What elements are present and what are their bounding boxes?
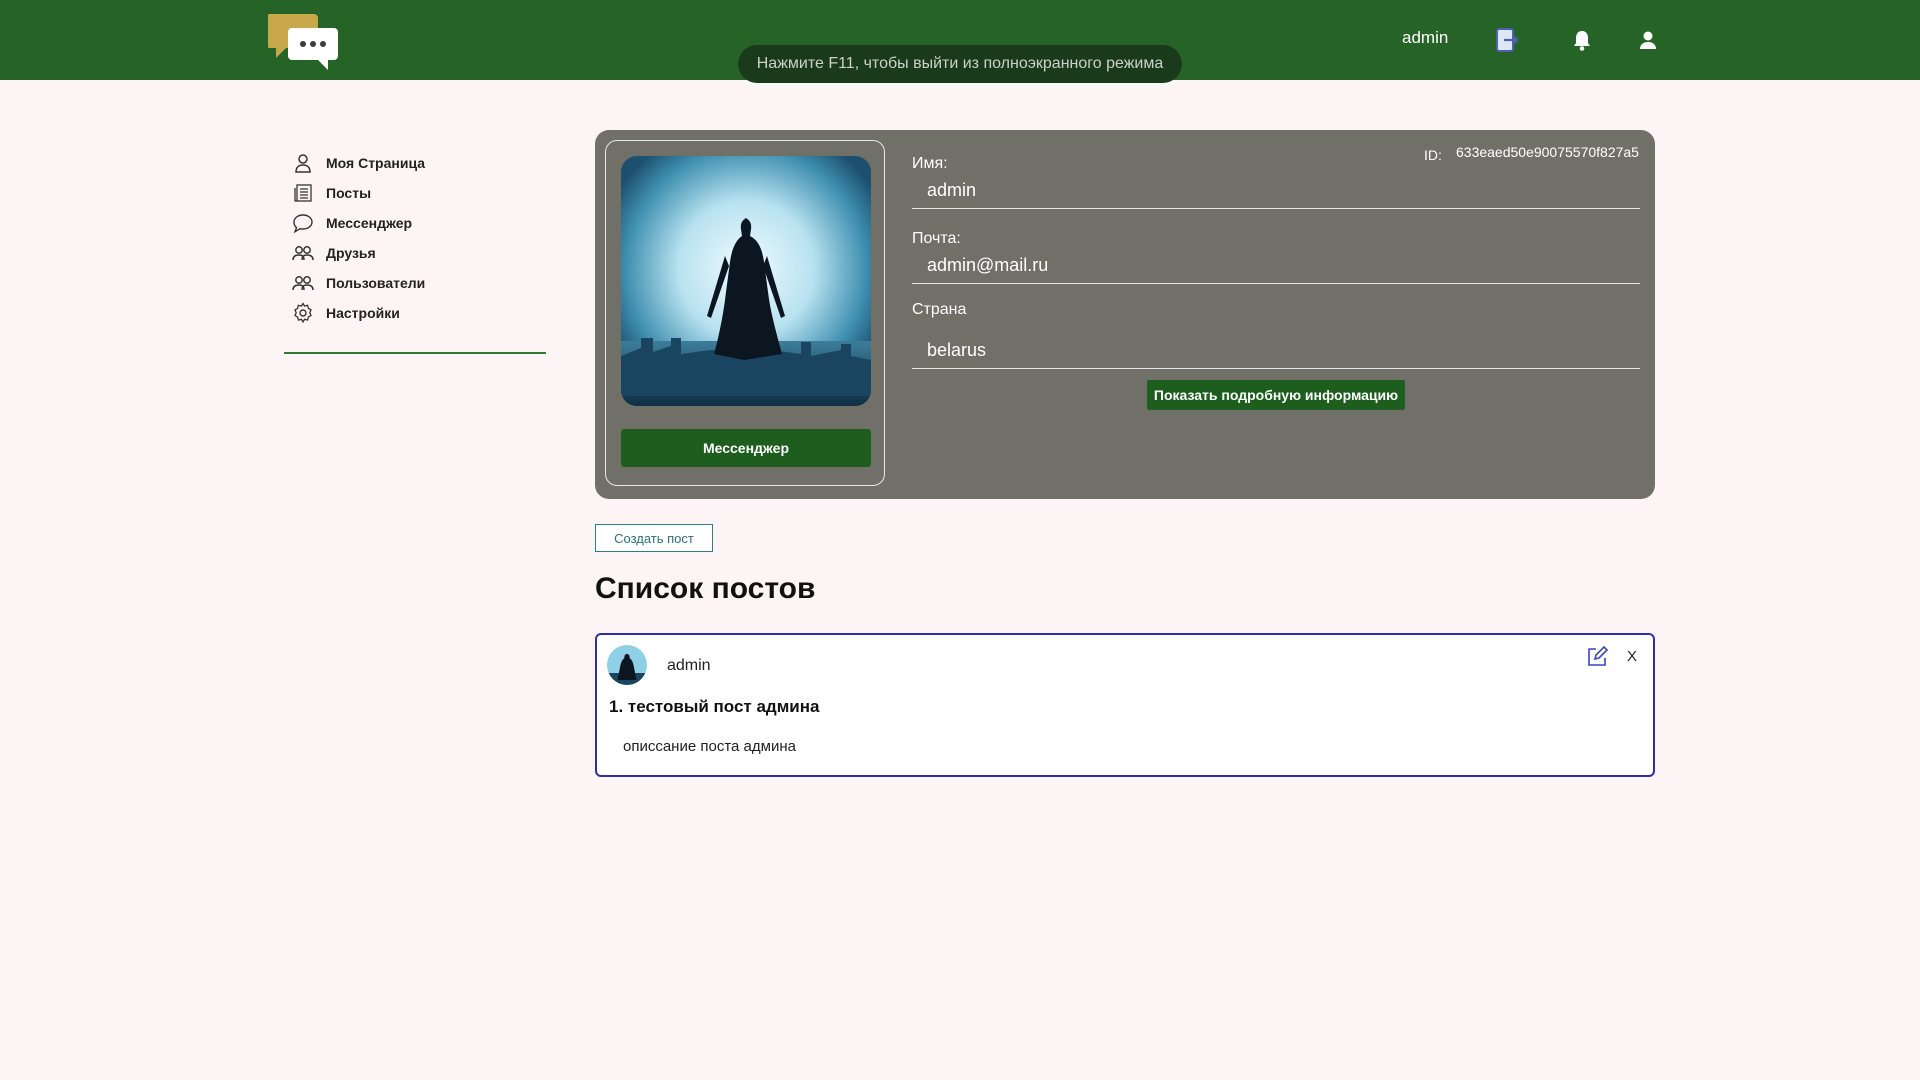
sidebar-item-posts[interactable]: Посты [284, 178, 546, 208]
country-label: Страна [912, 301, 967, 318]
messenger-button[interactable]: Мессенджер [621, 429, 871, 467]
chat-logo-icon[interactable] [266, 12, 340, 70]
chat-bubble-icon [288, 212, 318, 234]
sidebar-item-friends[interactable]: Друзья [284, 238, 546, 268]
fullscreen-notice: Нажмите F11, чтобы выйти из полноэкранно… [738, 45, 1182, 83]
sidebar-item-settings[interactable]: Настройки [284, 298, 546, 328]
sidebar-item-my-page[interactable]: Моя Страница [284, 148, 546, 178]
post-author-avatar [607, 645, 647, 685]
top-header: Нажмите F11, чтобы выйти из полноэкранно… [0, 0, 1920, 83]
create-post-button[interactable]: Создать пост [595, 524, 713, 552]
posts-list-title: Список постов [595, 572, 816, 605]
country-field[interactable]: belarus [912, 333, 1640, 369]
name-label: Имя: [912, 155, 948, 172]
gear-icon [288, 302, 318, 324]
bell-icon[interactable] [1568, 26, 1596, 54]
post-title: 1. тестовый пост админа [609, 697, 820, 716]
friends-icon [288, 242, 318, 264]
header-username[interactable]: admin [1402, 28, 1448, 48]
users-icon [288, 272, 318, 294]
sidebar-item-messenger[interactable]: Мессенджер [284, 208, 546, 238]
logout-icon[interactable] [1493, 26, 1521, 54]
delete-post-button[interactable]: X [1627, 648, 1637, 665]
email-field[interactable]: admin@mail.ru [912, 248, 1640, 284]
name-field[interactable]: admin [912, 173, 1640, 209]
sidebar-nav: Моя Страница Посты Мессенджер Друзья Пол… [284, 148, 546, 354]
show-details-button[interactable]: Показать подробную информацию [1147, 380, 1405, 410]
avatar-frame: Мессенджер [605, 140, 885, 486]
person-icon [288, 152, 318, 174]
sidebar-item-label: Мессенджер [326, 215, 413, 231]
id-label: ID: [1424, 147, 1442, 163]
post-card: admin 1. тестовый пост админа описсание … [595, 633, 1655, 777]
sidebar-item-label: Пользователи [326, 275, 426, 291]
edit-icon[interactable] [1586, 645, 1609, 668]
sidebar-item-label: Друзья [326, 245, 376, 261]
sidebar-item-label: Посты [326, 185, 372, 201]
profile-avatar [621, 156, 871, 406]
post-author[interactable]: admin [667, 657, 711, 675]
user-icon[interactable] [1634, 26, 1662, 54]
post-body: описсание поста админа [623, 738, 796, 755]
sidebar-item-users[interactable]: Пользователи [284, 268, 546, 298]
sidebar-item-label: Моя Страница [326, 155, 426, 171]
email-label: Почта: [912, 230, 961, 247]
sidebar-item-label: Настройки [326, 305, 400, 321]
posts-icon [288, 182, 318, 204]
id-value: 633eaed50e90075570f827a5 [1456, 144, 1639, 160]
sidebar-divider [284, 352, 546, 354]
profile-card: Мессенджер ID: 633eaed50e90075570f827a5 … [595, 130, 1655, 499]
